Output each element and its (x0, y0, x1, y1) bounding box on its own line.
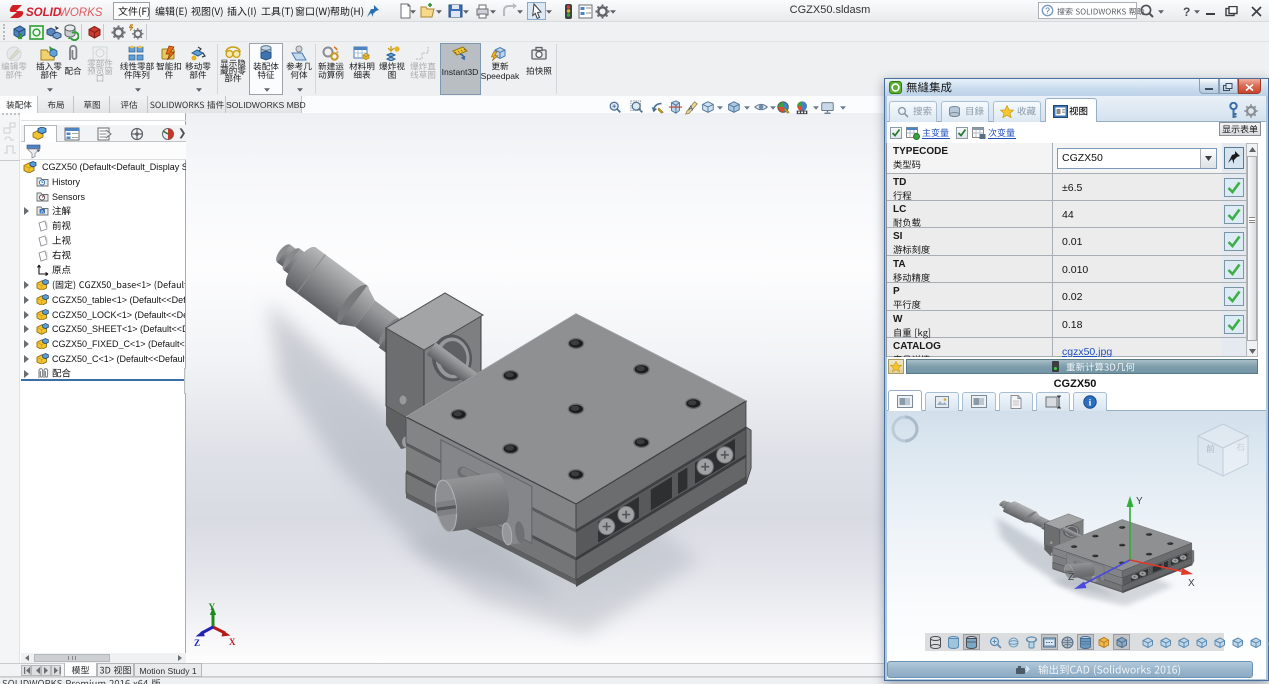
svg-text:X: X (229, 637, 236, 647)
svg-text:?: ? (1045, 6, 1050, 16)
svg-text:SOLID: SOLID (26, 7, 61, 19)
svg-text:Z: Z (1068, 572, 1074, 583)
svg-text:Y: Y (1136, 496, 1143, 507)
svg-text:Y: Y (209, 602, 216, 612)
svg-text:Z: Z (194, 638, 200, 648)
svg-text:A: A (41, 209, 44, 214)
svg-text:i: i (1089, 399, 1092, 409)
svg-text:A: A (688, 106, 693, 113)
svg-text:WORKS: WORKS (59, 7, 103, 19)
svg-text:X: X (1188, 578, 1195, 589)
